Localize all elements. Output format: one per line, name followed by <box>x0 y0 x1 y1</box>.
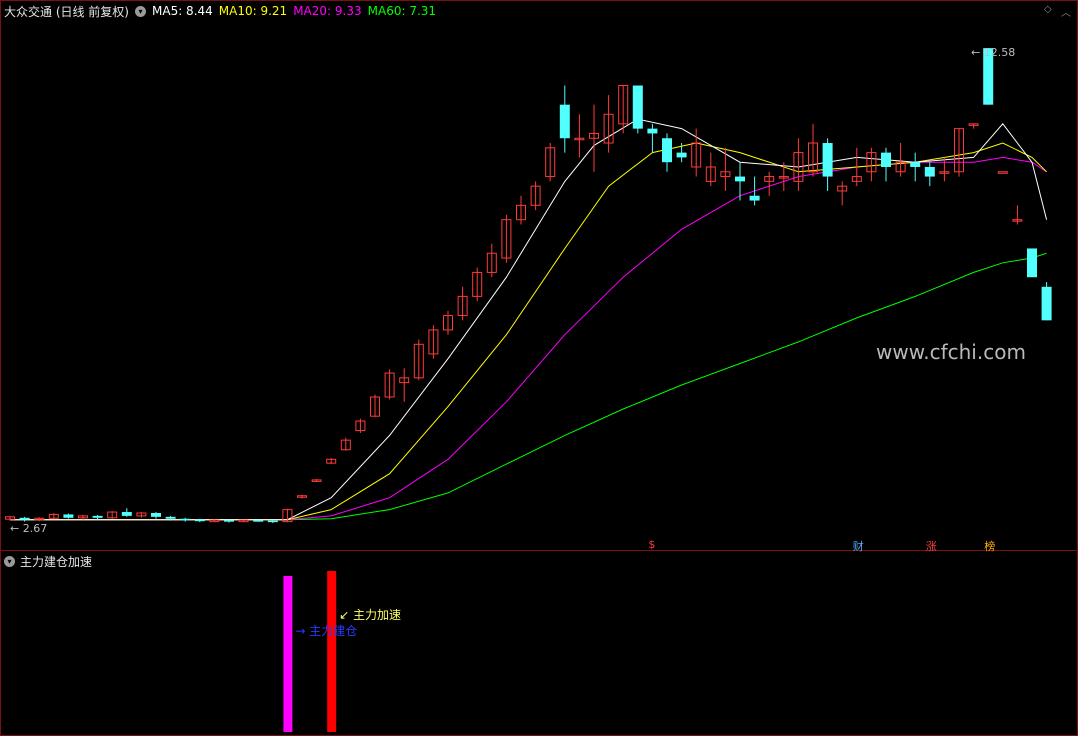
candle-body-down <box>881 152 891 167</box>
event-marker[interactable]: $ <box>646 538 657 551</box>
candle-body-down <box>180 518 191 521</box>
candle-body-up <box>997 171 1008 174</box>
signal-label: ↙ 主力加速 <box>339 608 402 622</box>
diamond-icon[interactable]: ◇ <box>1044 4 1052 15</box>
signal-bar <box>327 571 337 732</box>
ma60-label: MA60: 7.31 <box>367 4 437 18</box>
candle-body-down <box>19 517 30 520</box>
candle-body-down <box>253 520 264 522</box>
watermark: www.cfchi.com <box>876 340 1026 364</box>
candle-body-down <box>121 512 132 516</box>
ma10-line <box>10 142 1047 521</box>
ma20-line <box>10 156 1047 521</box>
event-marker[interactable]: 涨 <box>924 538 939 554</box>
chevron-icon[interactable]: ︿ <box>1061 4 1071 19</box>
candle-body-down <box>224 520 234 522</box>
signal-bar <box>283 576 293 732</box>
signal-label: → 主力建仓 <box>295 624 358 638</box>
stock-title[interactable]: 大众交通 (日线 前复权) <box>4 3 129 20</box>
candle-body-down <box>647 128 658 134</box>
candle-body-down <box>910 162 921 167</box>
candle-body-down <box>676 152 687 158</box>
ma20-label: MA20: 9.33 <box>293 4 362 18</box>
candle-body-down <box>1027 248 1037 278</box>
chevron-down-icon[interactable]: ▾ <box>135 5 146 17</box>
sub-header: ▾ 主力建仓加速 <box>4 553 92 569</box>
candle-body-down <box>559 104 570 139</box>
candle-body-down <box>1041 286 1052 321</box>
candle-body-down <box>267 520 278 523</box>
price-high-label: ← 12.58 <box>971 46 1015 59</box>
price-low-label: ← 2.67 <box>10 522 47 535</box>
event-marker[interactable]: 榜 <box>982 538 997 554</box>
indicator-title[interactable]: 主力建仓加速 <box>20 553 92 570</box>
candle-body-down <box>165 516 176 519</box>
main-header: 大众交通 (日线 前复权) ▾ MA5: 8.44 MA10: 9.21 MA2… <box>4 3 442 19</box>
candle-body-down <box>92 515 103 518</box>
ma10-label: MA10: 9.21 <box>218 4 288 18</box>
candle-body-down <box>749 195 760 201</box>
candle-body-down <box>822 143 833 177</box>
candle-body-down <box>632 85 643 129</box>
candlestick-chart[interactable]: ← 2.67 ← 12.58 <box>0 0 1078 736</box>
candle-body-down <box>735 176 745 182</box>
candle-body-down <box>151 512 161 517</box>
ma5-label: MA5: 8.44 <box>152 4 213 18</box>
event-marker[interactable]: 财 <box>851 538 866 554</box>
ma5-line <box>10 118 1048 521</box>
candle-body-down <box>924 166 935 177</box>
candle-body-down <box>63 514 74 518</box>
candle-body-down <box>662 138 672 163</box>
chevron-down-icon[interactable]: ▾ <box>4 555 15 567</box>
ma60-line <box>10 252 1047 521</box>
candle-body-down <box>194 519 205 522</box>
